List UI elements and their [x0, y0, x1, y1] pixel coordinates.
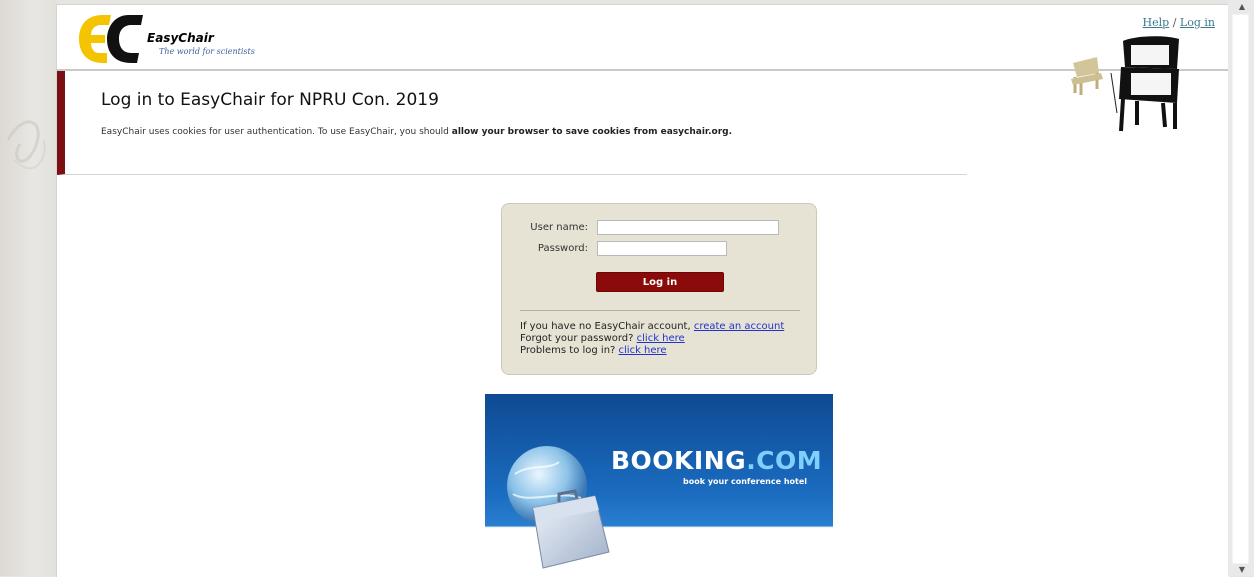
- login-box: User name: Password: Log in If you have …: [501, 203, 817, 375]
- no-account-text: If you have no EasyChair account,: [520, 321, 694, 332]
- easychair-logo[interactable]: EasyChair The world for scientists: [77, 13, 317, 65]
- brand-tagline: The world for scientists: [159, 47, 255, 56]
- login-divider: [520, 310, 800, 311]
- login-problems-link[interactable]: click here: [619, 345, 667, 356]
- cookie-notice: EasyChair uses cookies for user authenti…: [101, 126, 791, 139]
- top-links: Help / Log in: [1143, 16, 1215, 29]
- booking-tagline: book your conference hotel: [683, 477, 808, 486]
- cookie-notice-bold: allow your browser to save cookies from …: [451, 127, 732, 137]
- login-help: If you have no EasyChair account, create…: [520, 321, 784, 357]
- scroll-down-icon[interactable]: ▼: [1239, 565, 1245, 574]
- booking-brand: BOOKING.COM: [611, 446, 822, 475]
- forgot-password-text: Forgot your password?: [520, 333, 637, 344]
- login-link[interactable]: Log in: [1180, 16, 1215, 29]
- login-problems-text: Problems to log in?: [520, 345, 619, 356]
- page-title: Log in to EasyChair for NPRU Con. 2019: [101, 90, 439, 110]
- password-label: Password:: [537, 243, 588, 254]
- create-account-link[interactable]: create an account: [694, 321, 784, 332]
- chairs-illustration-icon: [1071, 36, 1179, 132]
- booking-brand-main: BOOKING: [611, 446, 747, 475]
- login-problems-line: Problems to log in? click here: [520, 345, 784, 357]
- no-account-line: If you have no EasyChair account, create…: [520, 321, 784, 333]
- password-input[interactable]: [597, 241, 727, 256]
- forgot-password-line: Forgot your password? click here: [520, 333, 784, 345]
- globe-suitcase-icon: [507, 446, 610, 569]
- cookie-notice-text: EasyChair uses cookies for user authenti…: [101, 127, 452, 137]
- main-page: EasyChair The world for scientists Help …: [56, 4, 1229, 577]
- header: EasyChair The world for scientists Help …: [57, 5, 1229, 71]
- username-input[interactable]: [597, 220, 779, 235]
- vertical-scrollbar[interactable]: ▲ ▼: [1228, 0, 1254, 576]
- booking-banner[interactable]: BOOKING.COM book your conference hotel: [485, 394, 833, 577]
- decorative-swirl-icon: [6, 120, 46, 170]
- login-button[interactable]: Log in: [596, 272, 724, 292]
- scroll-thumb[interactable]: [1232, 14, 1249, 564]
- username-label: User name:: [530, 222, 588, 233]
- title-block: Log in to EasyChair for NPRU Con. 2019 E…: [57, 71, 967, 175]
- brand-name: EasyChair: [147, 31, 214, 45]
- left-gutter: [0, 0, 56, 576]
- help-link[interactable]: Help: [1143, 16, 1170, 29]
- top-links-separator: /: [1172, 16, 1177, 29]
- booking-brand-suffix: .COM: [746, 446, 823, 475]
- easychair-logo-icon: [79, 15, 143, 63]
- forgot-password-link[interactable]: click here: [637, 333, 685, 344]
- scroll-up-icon[interactable]: ▲: [1239, 2, 1245, 11]
